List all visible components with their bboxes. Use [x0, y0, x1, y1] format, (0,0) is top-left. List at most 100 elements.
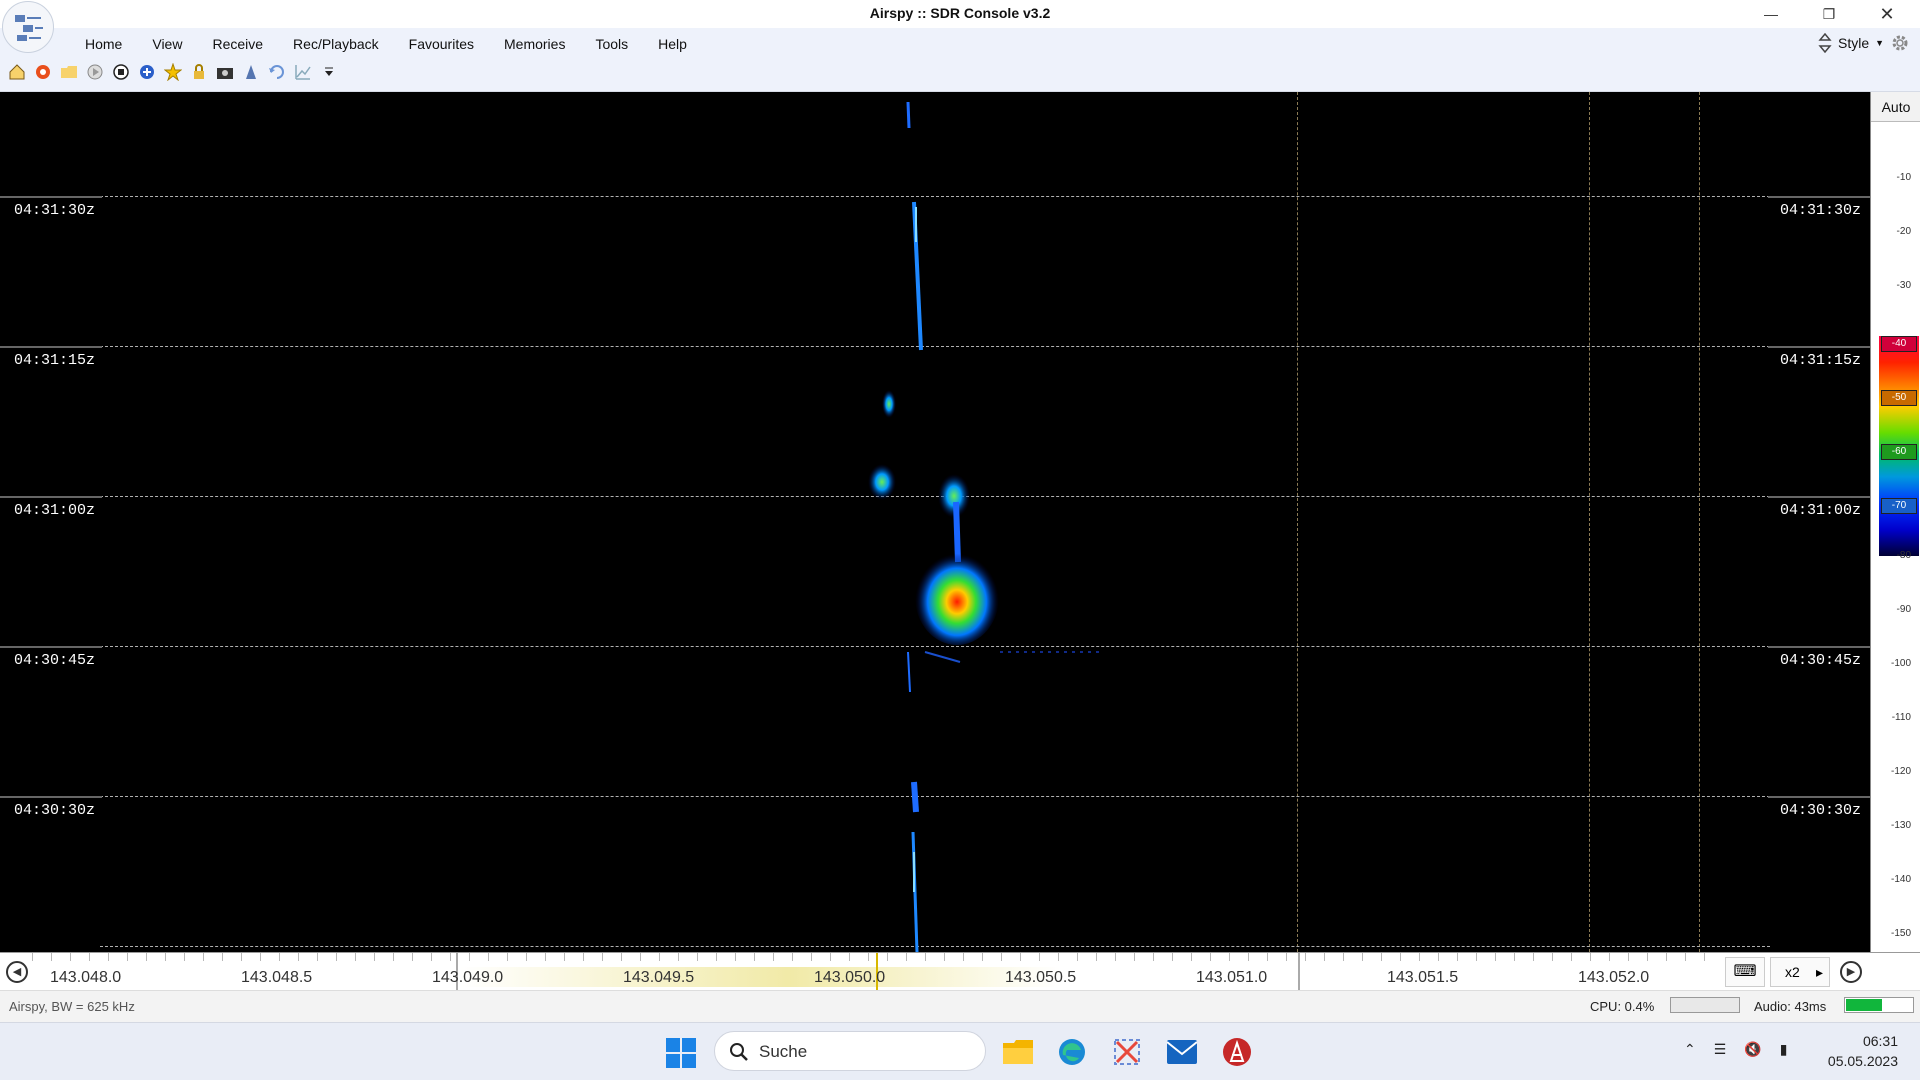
db-label: -130: [1890, 820, 1911, 831]
windows-logo-icon: [666, 1038, 696, 1068]
frequency-label: 143.049.0: [432, 969, 504, 986]
dropdown-arrow-icon[interactable]: [318, 61, 339, 82]
auto-scale-button[interactable]: Auto: [1871, 92, 1920, 122]
audio-status: Audio: 43ms: [1754, 999, 1827, 1014]
chevron-right-icon: ▸: [1815, 964, 1823, 980]
db-label: -100: [1890, 658, 1911, 669]
colorbar-mark: -70: [1881, 498, 1917, 514]
audio-meter: [1844, 997, 1914, 1013]
audio-meter-fill: [1846, 999, 1882, 1011]
sort-icon: [1818, 33, 1832, 53]
home-icon[interactable]: [6, 61, 27, 82]
search-icon: [730, 1043, 748, 1061]
menu-item-rec-playback[interactable]: Rec/Playback: [278, 34, 394, 54]
status-text: Airspy, BW = 625 kHz: [9, 999, 135, 1014]
chart-icon[interactable]: [292, 61, 313, 82]
sdr-console-app-icon[interactable]: [1220, 1035, 1254, 1069]
menu-item-memories[interactable]: Memories: [489, 34, 580, 54]
battery-icon[interactable]: ▮: [1780, 1041, 1788, 1058]
frequency-label: 143.051.5: [1387, 969, 1459, 986]
frequency-label: 143.050.5: [1005, 969, 1077, 986]
snipping-tool-icon[interactable]: [1110, 1035, 1144, 1069]
stop-icon[interactable]: [110, 61, 131, 82]
db-label: -30: [1896, 280, 1911, 291]
wifi-icon[interactable]: ☰: [1714, 1041, 1727, 1058]
file-explorer-icon[interactable]: [1001, 1035, 1035, 1069]
menu-item-view[interactable]: View: [137, 34, 197, 54]
window-title: Airspy :: SDR Console v3.2: [869, 5, 1051, 21]
style-label: Style: [1838, 35, 1870, 51]
colorbar-mark: -50: [1881, 390, 1917, 406]
close-button[interactable]: ✕: [1864, 0, 1910, 28]
frequency-label: 143.048.0: [50, 969, 122, 986]
undo-icon[interactable]: [266, 61, 287, 82]
color-scale-bar[interactable]: -40 -50 -60 -70: [1879, 336, 1919, 556]
app-menu-button[interactable]: [2, 1, 54, 53]
passband-highlight: [460, 967, 1060, 987]
beacon-icon[interactable]: [240, 61, 261, 82]
cpu-meter: [1670, 997, 1740, 1013]
system-tray: ⌃ ☰ 🔇 ▮: [1684, 1041, 1787, 1058]
frequency-label: 143.050.0: [814, 969, 886, 986]
scroll-left-button[interactable]: ◀: [6, 961, 28, 983]
frequency-label: 143.048.5: [241, 969, 313, 986]
db-label: -20: [1896, 226, 1911, 237]
gear-icon[interactable]: [1890, 33, 1910, 53]
status-bar: Airspy, BW = 625 kHz CPU: 0.4% Audio: 43…: [0, 990, 1920, 1022]
add-icon[interactable]: [136, 61, 157, 82]
zoom-selector[interactable]: x2 ▸: [1770, 957, 1830, 987]
taskbar-clock[interactable]: 06:31 05.05.2023: [1820, 1031, 1898, 1071]
folder-icon[interactable]: [58, 61, 79, 82]
clock-date: 05.05.2023: [1827, 1053, 1898, 1069]
menu-item-receive[interactable]: Receive: [197, 34, 278, 54]
restore-button[interactable]: ❐: [1806, 0, 1852, 28]
lock-icon[interactable]: [188, 61, 209, 82]
menu-item-favourites[interactable]: Favourites: [394, 34, 489, 54]
title-bar: Airspy :: SDR Console v3.2 — ❐ ✕: [0, 0, 1920, 28]
search-placeholder: Suche: [759, 1042, 808, 1061]
db-label: -140: [1890, 874, 1911, 885]
clock-time: 06:31: [1862, 1033, 1898, 1049]
windows-start-button[interactable]: [666, 1038, 696, 1073]
frequency-label: 143.051.0: [1196, 969, 1268, 986]
db-label: -150: [1890, 928, 1911, 939]
db-label: -10: [1896, 172, 1911, 183]
chevron-down-icon: ▼: [1875, 38, 1885, 48]
star-icon[interactable]: [162, 61, 183, 82]
waterfall-display[interactable]: 04:31:30z 04:31:15z 04:31:00z 04:30:45z …: [0, 92, 1870, 952]
colorbar-mark: -60: [1881, 444, 1917, 460]
taskbar: Suche ⌃ ☰ 🔇 ▮ 06:31 05.05.2023: [0, 1022, 1920, 1080]
mail-icon[interactable]: [1165, 1035, 1199, 1069]
play-icon[interactable]: [84, 61, 105, 82]
zoom-value: x2: [1785, 964, 1800, 980]
frequency-marker: [1298, 953, 1300, 991]
menu-bar: Home View Receive Rec/Playback Favourites Mem…: [70, 34, 702, 54]
minimize-button[interactable]: —: [1748, 0, 1794, 28]
menu-item-tools[interactable]: Tools: [580, 34, 643, 54]
db-label: -90: [1896, 604, 1911, 615]
lifebuoy-icon[interactable]: [32, 61, 53, 82]
menu-item-help[interactable]: Help: [643, 34, 702, 54]
keyboard-icon[interactable]: ⌨: [1725, 957, 1765, 987]
db-label: -110: [1891, 712, 1911, 723]
edge-browser-icon[interactable]: [1055, 1035, 1089, 1069]
frequency-scale[interactable]: ◀ 143.048.0 143.048.5 143.049.0 143.049.…: [0, 952, 1920, 991]
ribbon: Home View Receive Rec/Playback Favourites Mem…: [0, 28, 1920, 116]
frequency-label: 143.049.5: [623, 969, 695, 986]
frequency-label: 143.052.0: [1578, 969, 1650, 986]
chevron-up-icon[interactable]: ⌃: [1684, 1041, 1696, 1058]
style-selector[interactable]: Style ▼: [1818, 33, 1910, 53]
colorbar-mark: -40: [1881, 336, 1917, 352]
db-label: -80: [1896, 550, 1911, 561]
speaker-muted-icon[interactable]: 🔇: [1744, 1041, 1761, 1058]
db-label: -120: [1890, 766, 1911, 777]
scroll-right-button[interactable]: ▶: [1840, 961, 1862, 983]
app-logo-icon: [15, 15, 43, 41]
db-scale[interactable]: Auto -10 -20 -30 -40 -50 -60 -70 -80 -90…: [1870, 92, 1920, 952]
taskbar-search[interactable]: Suche: [714, 1031, 986, 1071]
camera-icon[interactable]: [214, 61, 235, 82]
menu-item-home[interactable]: Home: [70, 34, 137, 54]
quick-toolbar: [6, 61, 339, 82]
waterfall-signal-image: [868, 101, 1100, 952]
cpu-status: CPU: 0.4%: [1590, 999, 1655, 1014]
